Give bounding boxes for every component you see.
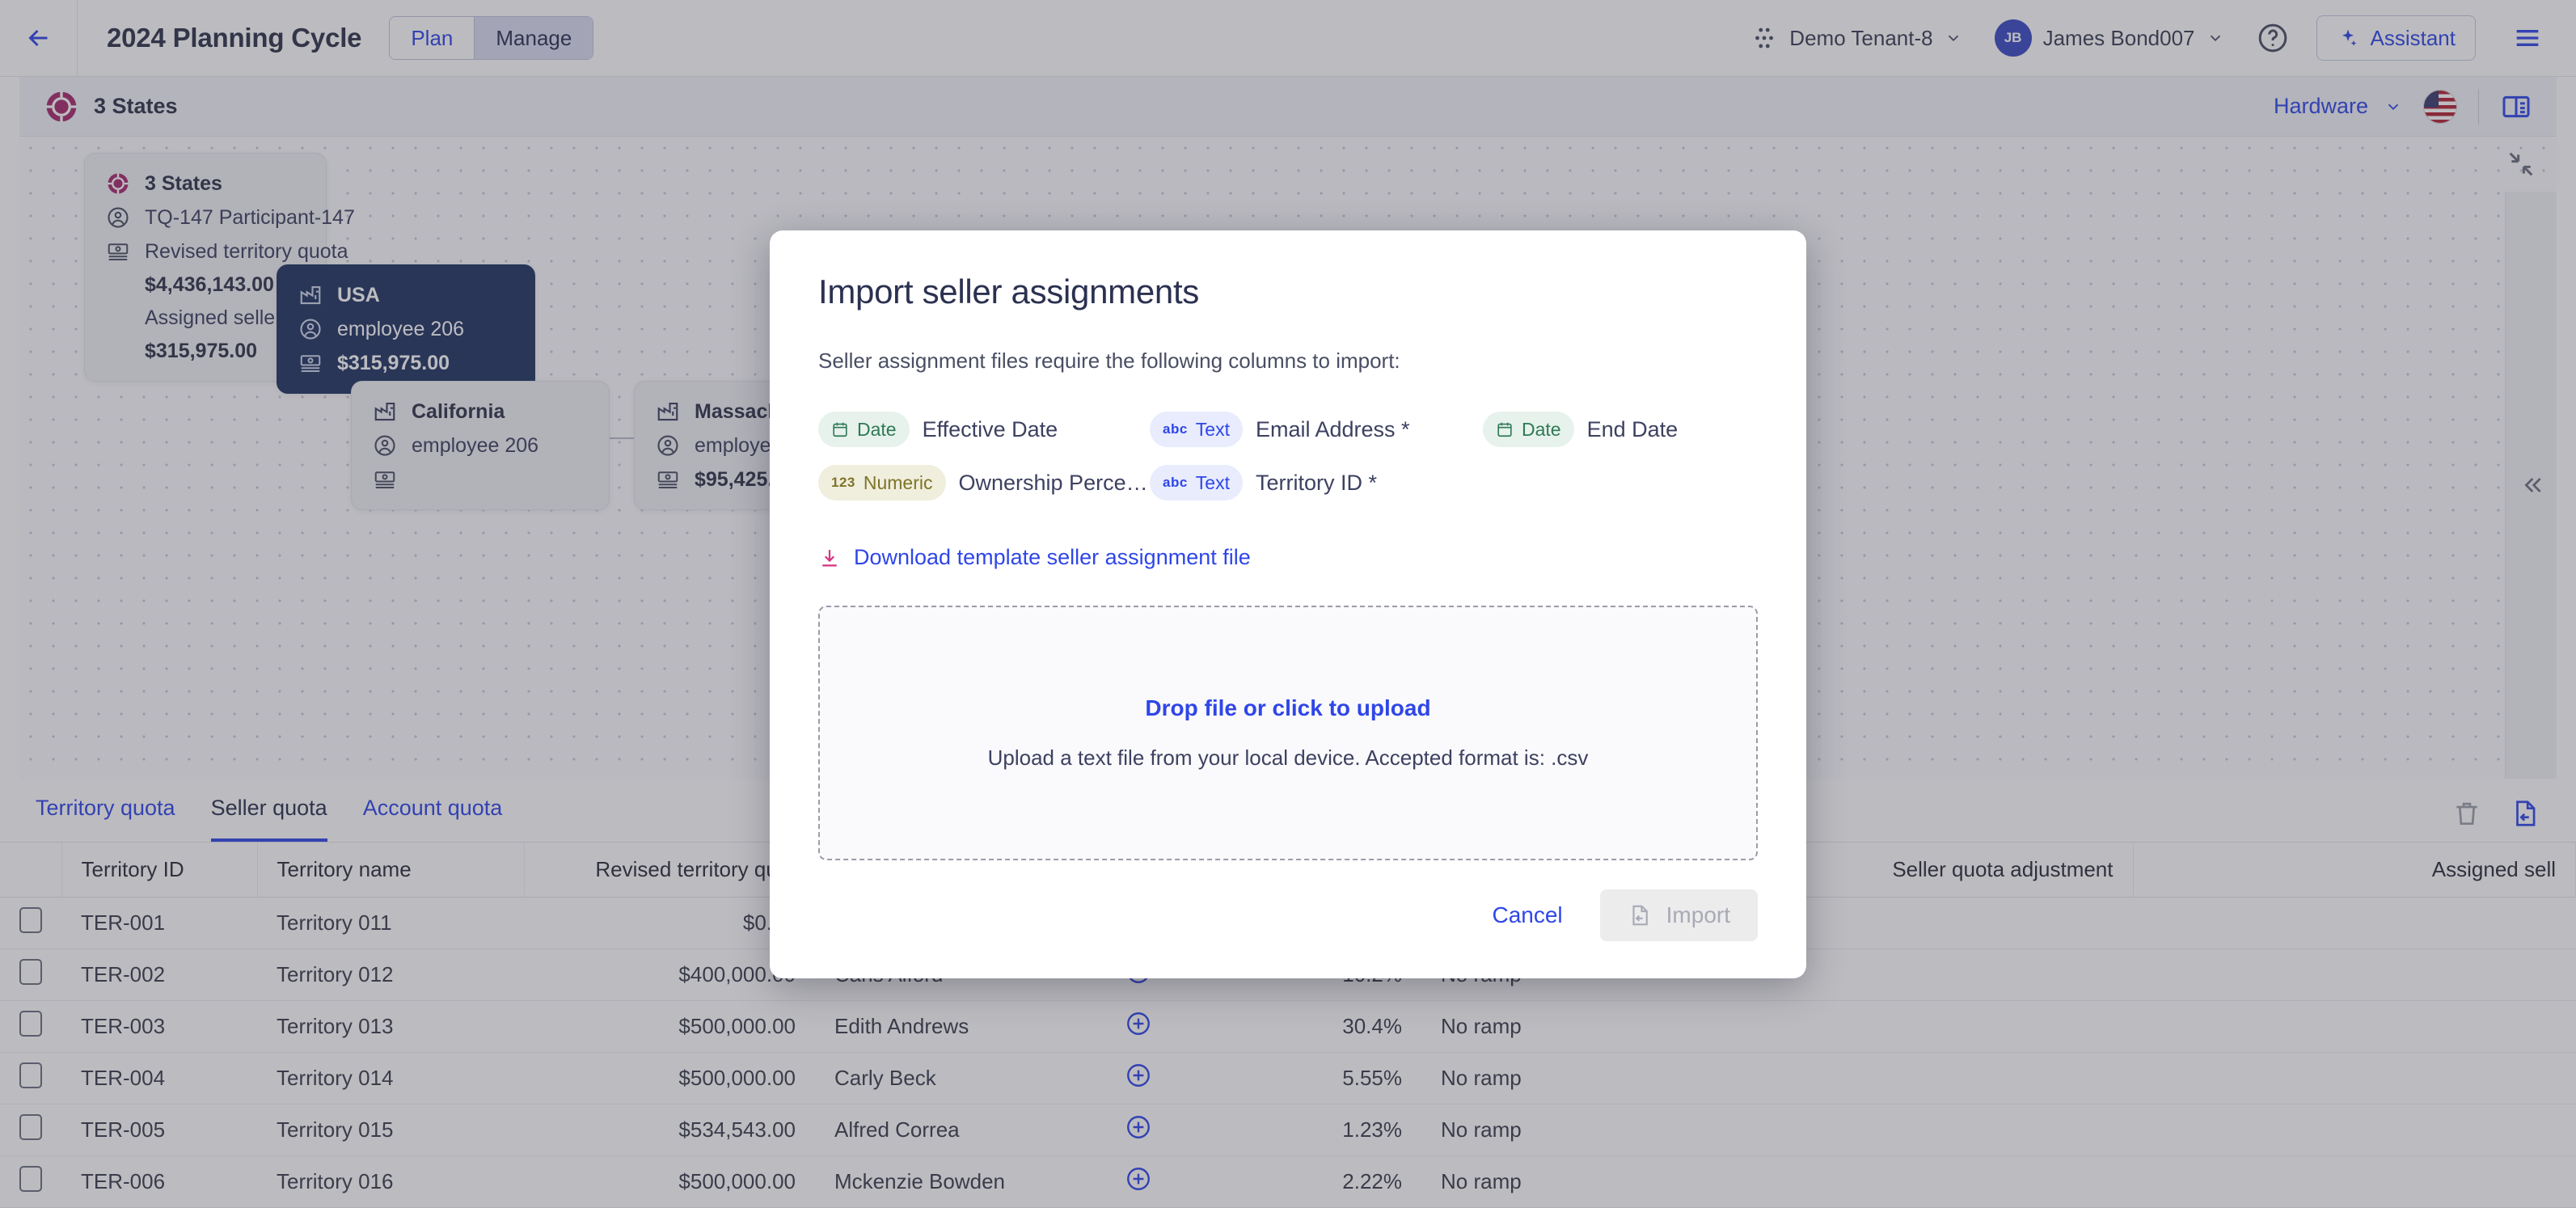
type-badge-text: abc Text [1150, 465, 1243, 501]
dialog-subtitle: Seller assignment files require the foll… [818, 348, 1400, 373]
type-badge-date: Date [1483, 412, 1574, 447]
type-badge-label: Text [1195, 418, 1230, 440]
required-columns-list: Date Effective Date abc Text Email Addre… [818, 406, 1758, 513]
column-label: Territory ID * [1255, 470, 1378, 495]
column-label: Ownership Percenta... * [958, 470, 1151, 495]
app-root: 2024 Planning Cycle Plan Manage Demo Ten… [0, 0, 2576, 1208]
abc-icon: abc [1163, 421, 1188, 437]
column-label: Email Address * [1255, 416, 1410, 441]
column-item-ownership-percentage: 123 Numeric Ownership Percenta... * [818, 459, 1150, 506]
column-item-effective-date: Date Effective Date [818, 406, 1150, 453]
import-file-icon [1632, 905, 1648, 926]
cancel-button[interactable]: Cancel [1467, 891, 1586, 940]
column-label: Effective Date [922, 416, 1058, 441]
dropzone-primary-text: Drop file or click to upload [1145, 695, 1431, 720]
download-template-link[interactable]: Download template seller assignment file [818, 545, 1758, 570]
dropzone-secondary-text: Upload a text file from your local devic… [987, 745, 1589, 770]
import-seller-assignments-dialog: Import seller assignments Seller assignm… [770, 230, 1806, 978]
dialog-title: Import seller assignments [818, 272, 1200, 310]
download-icon [822, 549, 837, 566]
type-badge-numeric: 123 Numeric [818, 465, 946, 501]
import-button[interactable]: Import [1599, 889, 1758, 941]
numeric-123-icon: 123 [831, 475, 855, 490]
calendar-icon [1497, 422, 1512, 437]
column-item-territory-id: abc Text Territory ID * [1150, 459, 1483, 506]
type-badge-date: Date [818, 412, 910, 447]
abc-icon: abc [1163, 475, 1188, 490]
type-badge-label: Date [857, 418, 897, 440]
type-badge-label: Numeric [863, 471, 933, 493]
type-badge-label: Date [1522, 418, 1561, 440]
type-badge-label: Text [1195, 471, 1230, 493]
download-template-label: Download template seller assignment file [854, 545, 1251, 569]
import-label: Import [1666, 902, 1730, 927]
dialog-footer: Cancel Import [818, 860, 1758, 978]
type-badge-text: abc Text [1150, 412, 1243, 447]
calendar-icon [833, 422, 847, 437]
file-dropzone[interactable]: Drop file or click to upload Upload a te… [818, 606, 1758, 860]
column-item-end-date: Date End Date [1483, 406, 1758, 453]
column-label: End Date [1586, 416, 1679, 441]
column-item-email-address: abc Text Email Address * [1150, 406, 1483, 453]
